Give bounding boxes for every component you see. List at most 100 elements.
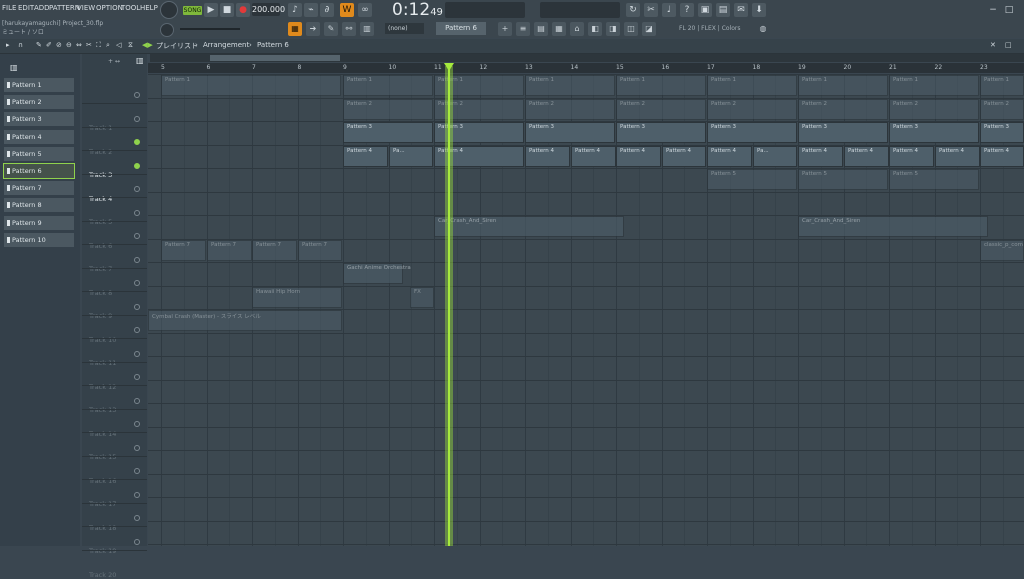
track-mute-dot[interactable] [134,139,140,145]
none-select[interactable]: (none) [385,23,424,34]
track-mute-dot[interactable] [134,468,140,474]
playlist-clip[interactable]: Pattern 2 [889,98,979,120]
pattern-item[interactable]: Pattern 4 [4,129,74,144]
pattern-selector[interactable]: Pattern 6 [436,22,486,35]
pattern-item[interactable]: Pattern 9 [4,215,74,230]
playlist-clip[interactable]: Pattern 3 [889,122,979,143]
playlist-clip[interactable]: Pattern 2 [980,98,1024,120]
track-name[interactable]: Track 15 [89,453,116,461]
playlist-clip[interactable]: Pattern 1 [707,75,797,96]
playlist-clip[interactable]: Pattern 1 [889,75,979,96]
globe-icon[interactable]: ◍ [756,22,770,36]
playlist-clip[interactable]: classic_p_com [980,239,1024,261]
track-mute-dot[interactable] [134,162,140,169]
playlist-clip[interactable]: Pattern 4 [662,145,706,167]
slip-icon[interactable]: ⇔ [76,41,82,49]
playlist-clip[interactable]: Pattern 4 [343,145,388,167]
browser-icon[interactable]: ⌂ [570,22,584,36]
track-name[interactable]: Track 10 [89,336,116,344]
pitch-slider[interactable] [180,28,240,30]
track-name[interactable]: Track 8 [89,289,112,297]
file-icon[interactable]: ◨ [606,22,620,36]
pattern-item[interactable]: Pattern 7 [4,181,74,196]
playlist-clip[interactable]: Pattern 1 [980,75,1024,96]
maximize-playlist-icon[interactable]: □ [1005,41,1012,49]
track-name[interactable]: Track 9 [89,312,112,320]
playlist-clip[interactable]: Pattern 2 [798,98,888,120]
playlist-clip[interactable]: Pattern 3 [525,122,615,143]
playlist-clip[interactable]: Cymbal Crash (Master) - スライス レベル [148,310,342,331]
record-icon[interactable]: ● [236,3,250,17]
step-edit-icon[interactable]: W [340,3,354,17]
playlist-clip[interactable]: Pattern 3 [798,122,888,143]
mic-icon[interactable]: ♩ [662,3,676,17]
plugin-icon[interactable]: ◧ [588,22,602,36]
track-toggle-icon[interactable]: + ↔ [108,58,120,65]
playhead[interactable] [448,66,450,546]
track-mute-dot[interactable] [134,115,140,122]
capture-icon[interactable]: ◫ [624,22,638,36]
playlist-clip[interactable]: Pattern 7 [207,239,252,261]
minimize-icon[interactable]: − [986,3,1000,17]
track-name[interactable]: Track 14 [89,430,116,438]
song-mode-button[interactable]: SONG [183,6,202,15]
master-volume-knob[interactable] [160,1,178,19]
pattern-item[interactable]: Pattern 10 [4,232,74,247]
playlist-clip[interactable]: Pattern 1 [616,75,706,96]
snap-icon[interactable]: ▦ [288,22,302,36]
stop-icon[interactable]: ■ [220,3,234,17]
mixer-icon[interactable]: ≡ [516,22,530,36]
save-icon[interactable]: ▣ [698,3,712,17]
pencil-icon[interactable]: ✎ [36,41,42,49]
tempo-display[interactable]: 200.000 [252,3,285,16]
channel-rack-icon[interactable]: ▤ [534,22,548,36]
track-mute-dot[interactable] [134,280,140,286]
playlist-clip[interactable]: Pattern 3 [707,122,797,143]
metronome-icon[interactable]: ♪ [288,3,302,17]
track-name[interactable]: Track 20 [89,571,116,579]
zoom-icon[interactable]: ⌕ [106,41,110,50]
track-mute-dot[interactable] [134,327,140,333]
menu-tool[interactable]: TOOL [121,4,140,12]
playlist-clip[interactable]: Pattern 4 [707,145,752,167]
arrow-icon[interactable]: ➔ [306,22,320,36]
menu-add[interactable]: ADD [34,4,50,12]
playlist-clip[interactable]: Pattern 1 [343,75,433,96]
chat-icon[interactable]: ✉ [734,3,748,17]
track-mute-dot[interactable] [134,421,140,427]
playlist-clip[interactable]: Pattern 4 [571,145,616,167]
track-name[interactable]: Track 17 [89,500,116,508]
playlist-clip[interactable]: Pattern 4 [525,145,570,167]
picker-icon[interactable]: ▥ [10,63,18,72]
track-mute-dot[interactable] [134,186,140,192]
playhead-marker-icon[interactable] [444,63,454,71]
track-mute-dot[interactable] [134,233,140,239]
track-name[interactable]: Track 11 [89,359,116,367]
pattern-item[interactable]: Pattern 3 [4,112,74,127]
countdown-icon[interactable]: ∂ [320,3,334,17]
track-name[interactable]: Track 16 [89,477,116,485]
close-playlist-icon[interactable]: ✕ [990,41,996,49]
pattern-item[interactable]: Pattern 6 [3,163,75,179]
playlist-clip[interactable]: Pattern 1 [798,75,888,96]
playlist-clip[interactable]: Pattern 5 [889,169,979,190]
playlist-clip[interactable]: Hawaii Hip Horn [252,286,342,308]
pattern-item[interactable]: Pattern 2 [4,95,74,110]
playlist-clip[interactable]: Pattern 7 [298,239,342,261]
track-mute-dot[interactable] [134,256,140,263]
link-icon[interactable]: ⚯ [342,22,356,36]
track-name[interactable]: Track 13 [89,406,116,414]
playlist-clip[interactable]: Pattern 2 [616,98,706,120]
track-name[interactable]: Track 6 [89,242,112,250]
track-mute-dot[interactable] [134,491,140,498]
playlist-clip[interactable]: Pattern 7 [161,239,206,261]
track-name[interactable]: Track 3 [89,171,112,179]
playlist-clip[interactable]: Pattern 4 [980,145,1024,167]
brush-icon[interactable]: ✎ [324,22,338,36]
pattern-item[interactable]: Pattern 8 [4,198,74,213]
track-mute-dot[interactable] [134,397,140,404]
pitch-knob[interactable] [160,23,174,37]
playlist-clip[interactable]: Pattern 5 [707,169,797,190]
delete-icon[interactable]: ⊘ [56,41,62,49]
track-name[interactable]: Track 4 [89,195,112,203]
